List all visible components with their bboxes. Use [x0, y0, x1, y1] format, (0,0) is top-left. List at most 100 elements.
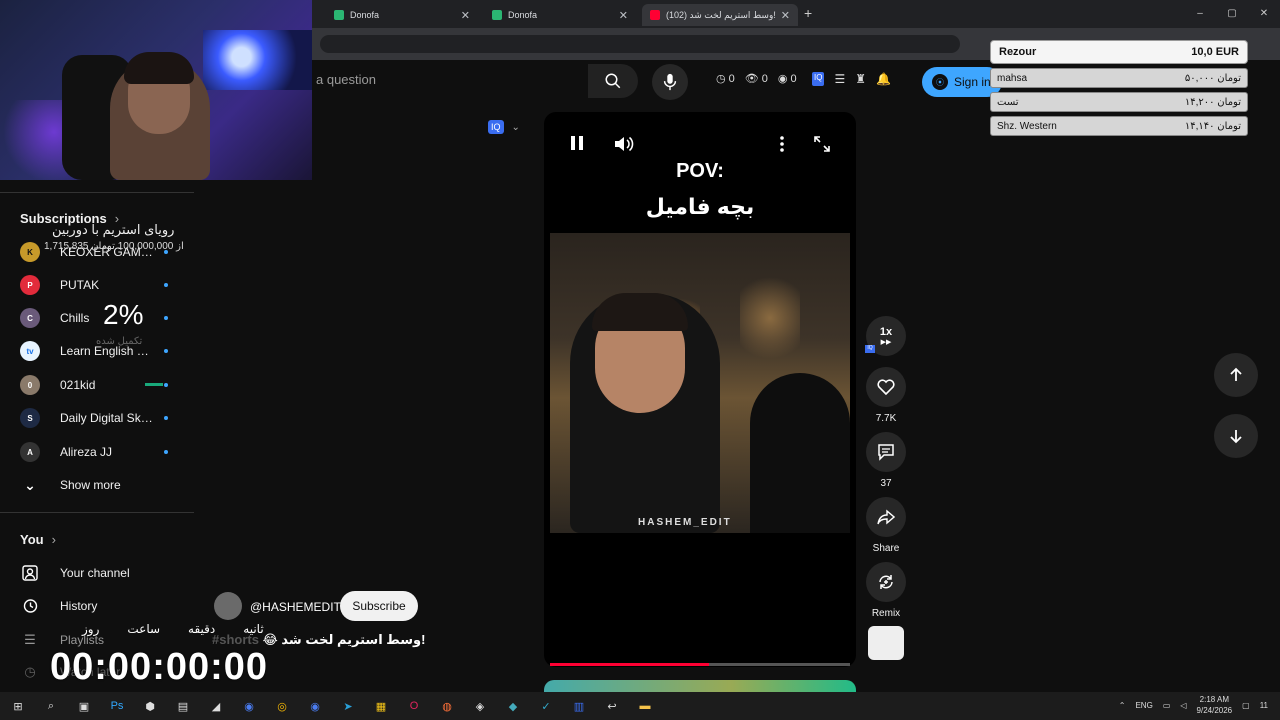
donation-amount: ۱۴,۱۴۰ تومان	[1184, 120, 1241, 132]
browser-tab[interactable]: Donofa ✕	[326, 4, 478, 26]
channel-avatar[interactable]	[214, 592, 242, 620]
app-icon[interactable]: ◉	[237, 696, 261, 716]
donation-amount: ۵۰,۰۰۰ تومان	[1184, 72, 1241, 84]
opera-icon[interactable]: O	[402, 696, 426, 716]
app-icon[interactable]: ⬢	[138, 696, 162, 716]
chart-app-icon[interactable]: ▥	[567, 696, 591, 716]
notification-icon[interactable]: ▢	[1242, 701, 1250, 710]
folder-icon[interactable]: ▬	[633, 696, 657, 716]
video-watermark: HASHEM_EDIT	[638, 517, 732, 528]
webcam-overlay	[0, 0, 312, 180]
taskbar-apps: ⊞ ⌕ ▣ Ps ⬢ ▤ ◢ ◉ ◎ ◉ ➤ ▦ O ◍ ◈ ◆ ✓ ▥ ↩ ▬	[6, 696, 657, 716]
audio-source-thumbnail[interactable]	[868, 626, 904, 660]
volume-icon	[615, 136, 634, 152]
subscribe-button[interactable]: Subscribe	[340, 591, 418, 621]
sidebar-item-label: History	[60, 599, 98, 613]
app-icon[interactable]: ◉	[303, 696, 327, 716]
windows-start-icon[interactable]: ⊞	[6, 696, 30, 716]
app-icon[interactable]: ▤	[171, 696, 195, 716]
next-short-button[interactable]	[1214, 414, 1258, 458]
network-icon[interactable]: ▭	[1163, 701, 1171, 710]
chevron-down-icon: ⌄	[511, 121, 520, 133]
volume-button[interactable]	[614, 135, 634, 158]
stat-watched: ◉ 0	[778, 72, 797, 86]
app-icon[interactable]: ✓	[534, 696, 558, 716]
comments-button[interactable]: 37	[866, 432, 906, 489]
you-heading[interactable]: You ›	[20, 532, 56, 547]
channel-name: 021kid	[60, 378, 96, 392]
share-button[interactable]: Share	[866, 497, 906, 554]
app-icon[interactable]: ◆	[501, 696, 525, 716]
close-tab-icon[interactable]: ✕	[619, 9, 628, 22]
donation-row: mahsa ۵۰,۰۰۰ تومان	[990, 68, 1248, 88]
new-content-dot-icon	[164, 450, 168, 454]
timer-label-second: ثانیه	[243, 622, 264, 636]
like-count: 7.7K	[875, 413, 897, 424]
remix-button[interactable]: Remix	[866, 562, 906, 619]
app-icon[interactable]: ↩	[600, 696, 624, 716]
app-icon[interactable]: ▦	[369, 696, 393, 716]
minimize-button[interactable]: –	[1184, 0, 1216, 28]
chrome-icon[interactable]: ◎	[270, 696, 294, 716]
search-icon[interactable]: ⌕	[39, 696, 63, 716]
close-tab-icon[interactable]: ✕	[461, 9, 470, 22]
bell-icon[interactable]: 🔔	[876, 72, 891, 86]
previous-short-button[interactable]	[1214, 353, 1258, 397]
stat-views: 👁 0	[745, 72, 768, 86]
speaker-icon[interactable]: ◁	[1180, 701, 1186, 710]
close-tab-icon[interactable]: ✕	[781, 9, 790, 22]
browser-tab[interactable]: Donofa ✕	[484, 4, 636, 26]
close-window-button[interactable]: ✕	[1248, 0, 1280, 28]
channel-name[interactable]: @HASHEMEDIT	[250, 600, 341, 614]
show-more-button[interactable]: ⌄ Show more	[20, 473, 180, 497]
cam-monitor	[203, 30, 312, 90]
app-icon[interactable]: ◈	[468, 696, 492, 716]
sidebar-item-history[interactable]: History	[20, 594, 97, 618]
share-arrow-icon	[877, 509, 895, 525]
sidebar-item-subscription[interactable]: A Alireza JJ	[20, 440, 180, 464]
app-icon[interactable]: ◢	[204, 696, 228, 716]
pause-button[interactable]	[570, 135, 584, 156]
next-short-preview[interactable]	[544, 680, 856, 692]
sidebar-item-subscription[interactable]: C Chills	[20, 306, 180, 330]
task-view-icon[interactable]: ▣	[72, 696, 96, 716]
fullscreen-button[interactable]	[813, 135, 831, 158]
more-options-button[interactable]	[778, 135, 786, 158]
emoji-icon: 😂	[262, 632, 278, 647]
sidebar-item-your-channel[interactable]: Your channel	[20, 561, 130, 585]
sidebar-item-subscription[interactable]: S Daily Digital Skill...	[20, 406, 180, 430]
remix-circle	[866, 562, 906, 602]
playlist-icon: ☰	[24, 632, 36, 647]
menu-lines-icon[interactable]: ☰	[834, 72, 845, 86]
arrow-down-icon	[1230, 430, 1242, 444]
youtube-favicon-icon	[650, 10, 660, 20]
browser-tab-active[interactable]: (102) وسط استریم لخت شد! ✕	[642, 4, 798, 26]
like-button[interactable]: 7.7K	[866, 367, 906, 424]
language-indicator[interactable]: ENG	[1135, 701, 1152, 710]
telegram-icon[interactable]: ➤	[336, 696, 360, 716]
photoshop-icon[interactable]: Ps	[105, 696, 129, 716]
trophy-icon[interactable]: ♜	[855, 72, 866, 86]
video-frame[interactable]	[550, 233, 850, 533]
sidebar-item-label: Your channel	[60, 566, 130, 580]
extension-iq-icon[interactable]: IQ	[812, 72, 825, 86]
maximize-button[interactable]: ▢	[1216, 0, 1248, 28]
voice-search-button[interactable]	[652, 64, 688, 100]
video-progress-fill	[550, 663, 709, 666]
firefox-icon[interactable]: ◍	[435, 696, 459, 716]
heart-icon	[877, 379, 895, 395]
goal-amount: 1,715,835 از 100,000,000 تومان	[44, 241, 184, 252]
address-field[interactable]	[320, 35, 960, 53]
new-content-dot-icon	[164, 283, 168, 287]
chevron-right-icon: ›	[51, 532, 56, 547]
search-button[interactable]	[588, 64, 638, 98]
extension-menu[interactable]: IQ ⌄	[488, 120, 520, 134]
speed-label: 1x	[879, 326, 893, 338]
clock[interactable]: 2:18 AM 9/24/2026	[1197, 694, 1233, 716]
pause-icon	[571, 136, 583, 150]
new-tab-button[interactable]: +	[804, 5, 812, 21]
chevron-up-icon[interactable]: ⌃	[1119, 701, 1126, 710]
search-input[interactable]: a question	[316, 72, 376, 87]
search-icon	[605, 73, 621, 89]
sidebar-item-subscription[interactable]: P PUTAK	[20, 273, 180, 297]
